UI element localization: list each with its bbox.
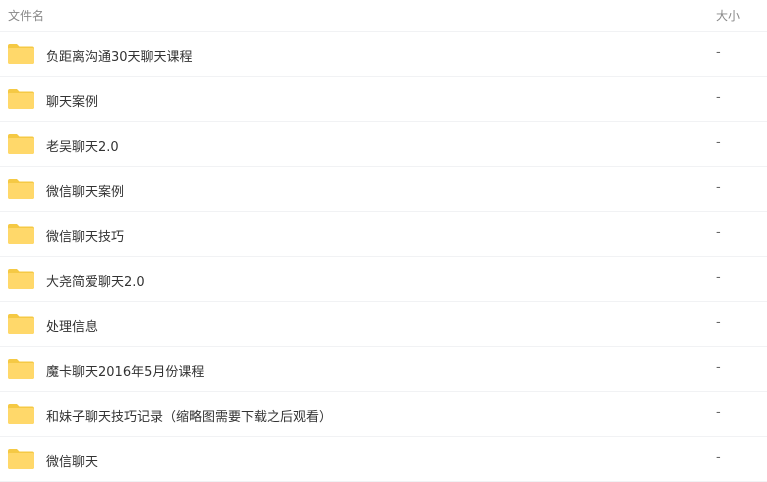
file-size: - <box>716 405 721 420</box>
folder-icon <box>7 403 35 425</box>
file-name[interactable]: 和妹子聊天技巧记录（缩略图需要下载之后观看） <box>46 406 332 425</box>
file-size: - <box>716 45 721 60</box>
file-size: - <box>716 315 721 330</box>
folder-icon <box>7 268 35 290</box>
file-list: 文件名 大小 负距离沟通30天聊天课程 - 聊天案例 - 老吴聊天2.0 - 微… <box>0 0 767 482</box>
file-row[interactable]: 和妹子聊天技巧记录（缩略图需要下载之后观看） - <box>0 392 767 437</box>
file-row[interactable]: 聊天案例 - <box>0 77 767 122</box>
file-name[interactable]: 聊天案例 <box>46 91 98 110</box>
file-size: - <box>716 90 721 105</box>
file-row[interactable]: 微信聊天技巧 - <box>0 212 767 257</box>
folder-icon <box>7 133 35 155</box>
file-row[interactable]: 魔卡聊天2016年5月份课程 - <box>0 347 767 392</box>
folder-icon <box>7 313 35 335</box>
file-size: - <box>716 225 721 240</box>
file-row[interactable]: 负距离沟通30天聊天课程 - <box>0 32 767 77</box>
file-name[interactable]: 处理信息 <box>46 316 98 335</box>
file-name[interactable]: 负距离沟通30天聊天课程 <box>46 46 193 65</box>
folder-icon <box>7 223 35 245</box>
folder-icon <box>7 358 35 380</box>
file-name[interactable]: 魔卡聊天2016年5月份课程 <box>46 361 204 380</box>
file-row[interactable]: 大尧简爱聊天2.0 - <box>0 257 767 302</box>
file-row[interactable]: 微信聊天案例 - <box>0 167 767 212</box>
file-name[interactable]: 微信聊天 <box>46 451 98 470</box>
folder-icon <box>7 448 35 470</box>
file-size: - <box>716 450 721 465</box>
file-name[interactable]: 微信聊天技巧 <box>46 226 124 245</box>
column-header-name[interactable]: 文件名 <box>8 7 44 24</box>
folder-icon <box>7 43 35 65</box>
file-name[interactable]: 微信聊天案例 <box>46 181 124 200</box>
file-row[interactable]: 处理信息 - <box>0 302 767 347</box>
file-size: - <box>716 360 721 375</box>
file-name[interactable]: 老吴聊天2.0 <box>46 136 119 155</box>
folder-icon <box>7 178 35 200</box>
file-rows: 负距离沟通30天聊天课程 - 聊天案例 - 老吴聊天2.0 - 微信聊天案例 - <box>0 32 767 482</box>
file-name[interactable]: 大尧简爱聊天2.0 <box>46 271 145 290</box>
file-size: - <box>716 135 721 150</box>
list-header: 文件名 大小 <box>0 0 767 32</box>
column-header-size[interactable]: 大小 <box>716 7 740 24</box>
file-size: - <box>716 270 721 285</box>
folder-icon <box>7 88 35 110</box>
file-size: - <box>716 180 721 195</box>
file-row[interactable]: 老吴聊天2.0 - <box>0 122 767 167</box>
file-row[interactable]: 微信聊天 - <box>0 437 767 482</box>
